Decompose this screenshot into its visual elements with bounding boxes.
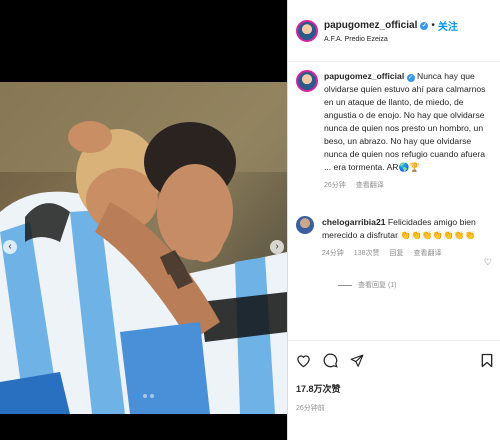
comment-translate-link[interactable]: 查看翻译 xyxy=(413,248,441,258)
replies-divider xyxy=(338,284,352,286)
comment-reply-button[interactable]: 回复 xyxy=(389,248,403,258)
caption-text: Nunca hay que olvidarse quien estuvo ahí… xyxy=(324,71,486,172)
comment-likes[interactable]: 138次赞 xyxy=(354,248,380,258)
carousel-dot xyxy=(143,394,147,398)
caption-username[interactable]: papugomez_official xyxy=(324,71,404,81)
post-photo[interactable] xyxy=(0,82,287,414)
verified-badge-icon: ✓ xyxy=(420,21,429,30)
comment-button[interactable] xyxy=(323,353,338,368)
instagram-post-view: ‹ › papugomez_official ✓ • 关注 A.F.A. Pre… xyxy=(0,0,500,440)
separator: • xyxy=(431,20,435,31)
comment-item: chelogarribia21 Felicidades amigo bien m… xyxy=(296,216,492,258)
post-side-panel: papugomez_official ✓ • 关注 A.F.A. Predio … xyxy=(287,0,500,440)
carousel-dot xyxy=(136,394,140,398)
previous-image-button[interactable]: ‹ xyxy=(3,240,17,254)
comments-section: papugomez_official ✓ Nunca hay que olvid… xyxy=(288,62,500,340)
caption-author-avatar[interactable] xyxy=(296,70,318,92)
caption-age[interactable]: 26分钟 xyxy=(324,180,346,190)
bookmark-icon xyxy=(481,353,493,368)
author-avatar[interactable] xyxy=(296,19,318,42)
heart-icon xyxy=(297,354,310,367)
comment-text-block: chelogarribia21 Felicidades amigo bien m… xyxy=(322,216,490,242)
comment-icon xyxy=(323,353,338,368)
follow-button[interactable]: 关注 xyxy=(438,18,458,33)
share-button[interactable] xyxy=(350,354,364,368)
view-replies-toggle[interactable]: 查看回复 (1) xyxy=(338,280,492,290)
post-actions: 17.8万次赞 26分钟前 xyxy=(288,340,500,413)
like-button[interactable] xyxy=(296,354,311,368)
comment-like-heart-icon[interactable]: ♡ xyxy=(484,257,492,268)
likes-count[interactable]: 17.8万次赞 xyxy=(296,382,493,395)
post-location[interactable]: A.F.A. Predio Ezeiza xyxy=(324,36,458,43)
caption-translate-link[interactable]: 查看翻译 xyxy=(356,180,384,190)
post-timestamp[interactable]: 26分钟前 xyxy=(296,403,493,413)
caption-text-block: papugomez_official ✓ Nunca hay que olvid… xyxy=(324,70,492,174)
commenter-username[interactable]: chelogarribia21 xyxy=(322,217,386,227)
author-username[interactable]: papugomez_official xyxy=(324,20,417,31)
comment-age[interactable]: 24分钟 xyxy=(322,248,344,258)
carousel-dot xyxy=(150,394,154,398)
save-button[interactable] xyxy=(481,353,493,368)
commenter-avatar[interactable] xyxy=(296,216,314,234)
caption-comment: papugomez_official ✓ Nunca hay que olvid… xyxy=(296,70,492,190)
next-image-button[interactable]: › xyxy=(270,240,284,254)
post-header: papugomez_official ✓ • 关注 A.F.A. Predio … xyxy=(288,0,500,62)
view-replies-label: 查看回复 (1) xyxy=(358,282,397,289)
send-icon xyxy=(350,354,364,367)
carousel-indicator xyxy=(136,394,154,398)
post-media: ‹ › xyxy=(0,0,287,440)
players-hugging-photo xyxy=(0,82,287,414)
verified-badge-icon: ✓ xyxy=(406,74,415,82)
